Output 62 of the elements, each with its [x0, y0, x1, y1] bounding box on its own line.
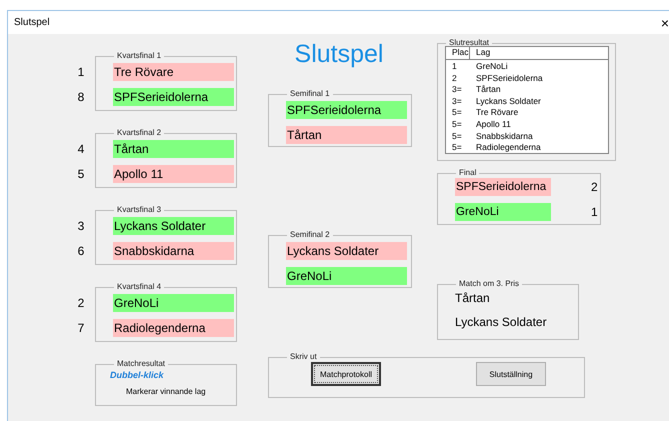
- group-title: Slutresultat: [448, 38, 490, 48]
- list-cell-text: 5=: [451, 107, 463, 119]
- seed-number: 4: [76, 142, 86, 156]
- team-name: Lyckans Soldater: [455, 315, 548, 329]
- seed-number: 2: [76, 296, 86, 310]
- list-cell-text: 3=: [451, 96, 463, 108]
- group-title: Semifinal 1: [289, 89, 331, 99]
- window-title: Slutspel: [14, 17, 50, 28]
- group-title: Semifinal 2: [289, 230, 331, 240]
- seed-number: 5: [76, 167, 86, 181]
- print-button[interactable]: Slutställning: [476, 362, 546, 386]
- team-field[interactable]: SPFSerieidolerna: [455, 178, 551, 196]
- team-field[interactable]: GreNoLi: [455, 203, 551, 221]
- seed-number: 6: [76, 244, 86, 258]
- team-field[interactable]: Tårtan: [113, 140, 234, 158]
- team-field[interactable]: Radiolegenderna: [113, 319, 234, 337]
- group-title: Match om 3. Pris: [458, 279, 520, 289]
- team-field[interactable]: Lyckans Soldater: [286, 242, 407, 260]
- list-cell-text: 2: [451, 72, 458, 84]
- seed-number: 8: [76, 90, 86, 104]
- list-cell-text: 5=: [451, 118, 463, 131]
- list-cell-text: Radiolegenderna: [475, 142, 541, 154]
- note-text: Markerar vinnande lag: [126, 387, 207, 396]
- team-field[interactable]: GreNoLi: [113, 294, 234, 312]
- list-cell-text: Snabbskidarna: [475, 130, 533, 142]
- list-cell-text: Lyckans Soldater: [475, 96, 541, 108]
- group-title: Kvartsfinal 2: [116, 128, 162, 138]
- list-cell-text: GreNoLi: [475, 61, 508, 73]
- list-cell-text: 1: [451, 61, 458, 73]
- score-number: 1: [591, 205, 598, 219]
- list-cell-text: Tårtan: [475, 84, 501, 96]
- team-field[interactable]: Lyckans Soldater: [113, 217, 234, 235]
- team-field[interactable]: SPFSerieidolerna: [286, 101, 407, 119]
- group-title: Final: [458, 168, 478, 178]
- seed-number: 1: [76, 65, 86, 79]
- seed-number: 7: [76, 321, 86, 335]
- team-field[interactable]: GreNoLi: [286, 267, 407, 285]
- team-field[interactable]: Tre Rövare: [113, 63, 234, 81]
- team-name: Tårtan: [455, 291, 491, 305]
- group-title: Kvartsfinal 4: [116, 282, 162, 292]
- list-cell-text: Apollo 11: [475, 118, 511, 131]
- list-cell-text: 5=: [451, 130, 463, 142]
- group-title: Matchresultat: [116, 359, 166, 369]
- group-title: Skriv ut: [289, 352, 318, 362]
- form-heading: Slutspel: [294, 40, 384, 68]
- list-cell-text: 5=: [451, 142, 463, 154]
- list-cell-text: 3=: [451, 84, 463, 96]
- team-field[interactable]: SPFSerieidolerna: [113, 88, 234, 106]
- hint-text: Dubbel-klick: [110, 370, 165, 380]
- team-field[interactable]: Apollo 11: [113, 165, 234, 183]
- column-header: Plac: [446, 47, 470, 59]
- list-cell-text: Tre Rövare: [475, 107, 518, 119]
- team-field[interactable]: Tårtan: [286, 126, 407, 144]
- group-title: Kvartsfinal 1: [116, 51, 162, 61]
- team-field[interactable]: Snabbskidarna: [113, 242, 234, 260]
- seed-number: 3: [76, 219, 86, 233]
- print-button[interactable]: Matchprotokoll: [311, 362, 381, 386]
- list-cell-text: SPFSerieidolerna: [475, 72, 543, 84]
- close-button[interactable]: ×: [660, 16, 669, 30]
- group-title: Kvartsfinal 3: [116, 205, 162, 215]
- score-number: 2: [591, 180, 598, 194]
- column-header: Lag: [475, 47, 490, 59]
